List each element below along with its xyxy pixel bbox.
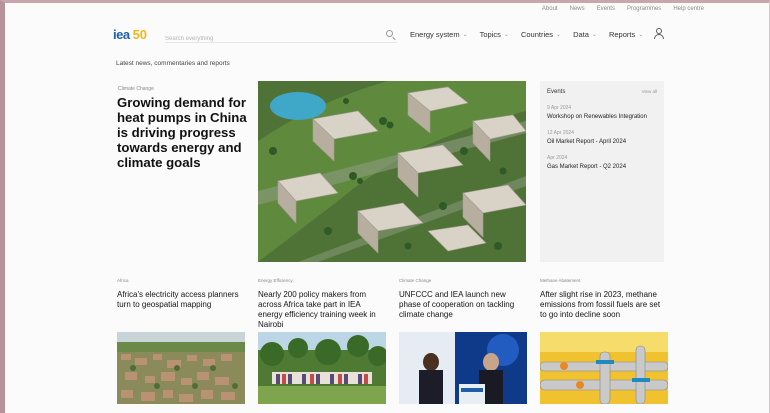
logo-iea-text: iea xyxy=(113,27,130,42)
card-title[interactable]: After slight rise in 2023, methane emiss… xyxy=(540,290,668,332)
search-input[interactable] xyxy=(165,32,375,46)
card-category: Energy Efficiency xyxy=(258,278,293,283)
event-item[interactable]: Apr 2024 Gas Market Report - Q2 2024 xyxy=(547,155,657,171)
news-card[interactable]: Methane Abatement After slight rise in 2… xyxy=(540,278,668,404)
search-icon[interactable] xyxy=(386,30,393,37)
card-image-group-photo[interactable] xyxy=(258,332,386,404)
event-item[interactable]: 9 Apr 2024 Workshop on Renewables Integr… xyxy=(547,105,657,121)
chevron-down-icon: ⌄ xyxy=(556,32,562,38)
nav-label: Energy system xyxy=(410,30,460,39)
news-cards-row: Africa Africa's electricity access plann… xyxy=(117,278,668,404)
event-date: 9 Apr 2024 xyxy=(547,105,572,111)
section-heading: Latest news, commentaries and reports xyxy=(116,60,230,67)
nav-label: Topics xyxy=(479,30,501,39)
pipelines-illustration xyxy=(540,332,668,404)
utility-link-help-centre[interactable]: Help centre xyxy=(673,6,704,12)
nav-data[interactable]: Data ⌄ xyxy=(573,30,597,39)
nav-label: Countries xyxy=(520,30,554,39)
card-image-town-aerial[interactable] xyxy=(117,332,245,404)
utility-link-news[interactable]: News xyxy=(570,6,585,12)
user-icon-body xyxy=(654,34,664,39)
aerial-buildings-illustration xyxy=(258,81,526,262)
news-card[interactable]: Energy Efficiency Nearly 200 policy make… xyxy=(258,278,386,404)
hero-headline-link[interactable]: Growing demand for heat pumps in China i… xyxy=(117,95,252,170)
card-image-conference-speakers[interactable] xyxy=(399,332,527,404)
iea-logo[interactable]: iea 50 xyxy=(113,27,147,42)
group-photo-illustration xyxy=(258,332,386,404)
chevron-down-icon: ⌄ xyxy=(462,32,468,38)
news-card[interactable]: Africa Africa's electricity access plann… xyxy=(117,278,245,404)
card-title[interactable]: Africa's electricity access planners tur… xyxy=(117,290,245,332)
event-name: Gas Market Report - Q2 2024 xyxy=(547,164,627,170)
nav-countries[interactable]: Countries ⌄ xyxy=(521,30,561,39)
event-date: Apr 2024 xyxy=(547,155,568,161)
card-category: Climate Change xyxy=(399,278,432,283)
utility-link-programmes[interactable]: Programmes xyxy=(627,6,661,12)
hero-image-aerial-housing[interactable] xyxy=(258,81,526,262)
event-item[interactable]: 12 Apr 2024 Oil Market Report - April 20… xyxy=(547,130,657,146)
search-bar xyxy=(165,27,397,46)
card-category: Africa xyxy=(117,278,129,283)
hero-category[interactable]: Climate Change xyxy=(118,86,154,92)
chevron-down-icon: ⌄ xyxy=(503,32,509,38)
event-name: Workshop on Renewables Integration xyxy=(547,114,647,120)
utility-nav: About News Events Programmes Help centre xyxy=(542,6,704,12)
utility-link-about[interactable]: About xyxy=(542,6,558,12)
town-aerial-illustration xyxy=(117,332,245,404)
card-image-gas-pipelines[interactable] xyxy=(540,332,668,404)
user-account-icon[interactable] xyxy=(654,28,664,39)
logo-50-text: 50 xyxy=(132,27,148,42)
news-card[interactable]: Climate Change UNFCCC and IEA launch new… xyxy=(399,278,527,404)
card-category: Methane Abatement xyxy=(540,278,581,283)
utility-link-events[interactable]: Events xyxy=(597,6,615,12)
card-title[interactable]: UNFCCC and IEA launch new phase of coope… xyxy=(399,290,527,332)
events-panel: Events View all 9 Apr 2024 Workshop on R… xyxy=(540,81,664,262)
event-date: 12 Apr 2024 xyxy=(547,130,574,136)
card-title[interactable]: Nearly 200 policy makers from across Afr… xyxy=(258,290,386,332)
events-heading: Events xyxy=(547,89,566,95)
main-nav: Energy system ⌄ Topics ⌄ Countries ⌄ Data ⌄ … xyxy=(410,30,643,39)
chevron-down-icon: ⌄ xyxy=(638,32,644,38)
chevron-down-icon: ⌄ xyxy=(591,32,597,38)
nav-reports[interactable]: Reports ⌄ xyxy=(609,30,643,39)
nav-topics[interactable]: Topics ⌄ xyxy=(480,30,509,39)
nav-label: Reports xyxy=(608,30,636,39)
nav-energy-system[interactable]: Energy system ⌄ xyxy=(410,30,468,39)
events-header: Events View all xyxy=(547,89,657,95)
conference-illustration xyxy=(399,332,527,404)
events-view-all-link[interactable]: View all xyxy=(642,89,657,95)
nav-label: Data xyxy=(573,30,589,39)
event-name: Oil Market Report - April 2024 xyxy=(547,139,627,145)
